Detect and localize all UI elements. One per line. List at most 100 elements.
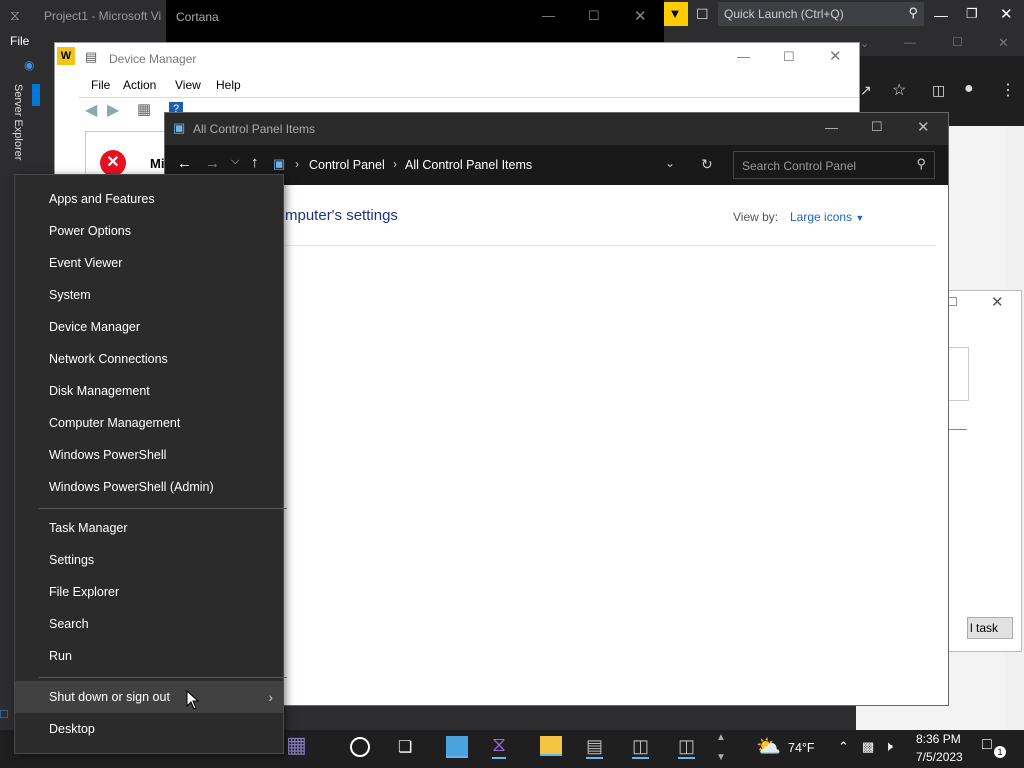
taskbar-scroll-up-icon[interactable]: ▲ (716, 732, 726, 743)
menu-event-viewer[interactable]: Event Viewer (15, 247, 283, 279)
vs-close-icon[interactable]: ✕ (1000, 5, 1013, 23)
dm-menubar: File Action View Help (79, 73, 859, 95)
date[interactable]: 7/5/2023 (916, 750, 963, 764)
menu-shut-down-or-sign-out[interactable]: Shut down or sign out › (15, 681, 283, 713)
taskbar-file-explorer-icon[interactable] (540, 736, 562, 756)
menu-device-manager[interactable]: Device Manager (15, 311, 283, 343)
cortana-title: Cortana (176, 10, 219, 24)
task-dialog-close-icon[interactable]: ✕ (991, 293, 1004, 311)
taskbar-scroll-down-icon[interactable]: ▼ (716, 752, 726, 763)
menu-network-connections[interactable]: Network Connections (15, 343, 283, 375)
menu-power-options[interactable]: Power Options (15, 215, 283, 247)
cp-forward-icon[interactable]: → (205, 155, 220, 172)
menu-search[interactable]: Search (15, 608, 283, 640)
menu-file-explorer[interactable]: File Explorer (15, 576, 283, 608)
tray-chevron-icon[interactable]: ⌃ (838, 739, 849, 755)
breadcrumb-all-items[interactable]: All Control Panel Items (405, 158, 532, 172)
dm-menu-action[interactable]: Action (123, 78, 156, 92)
dm-forward-icon[interactable]: ▶ (107, 100, 119, 120)
task-dialog-divider (947, 429, 967, 430)
menu-run[interactable]: Run (15, 640, 283, 672)
w-app-icon: W (57, 47, 75, 65)
cortana-maximize-icon[interactable]: ☐ (588, 8, 600, 24)
taskbar-device-manager-icon[interactable]: ▤ (586, 736, 604, 759)
weather-icon[interactable]: ⛅ (756, 734, 781, 759)
dm-menu-file[interactable]: File (91, 78, 110, 92)
dm-menu-view[interactable]: View (175, 78, 201, 92)
cp-heading: mputer's settings (285, 207, 398, 224)
winx-menu: Apps and Features Power Options Event Vi… (14, 174, 287, 754)
profile-icon[interactable]: ● (964, 80, 974, 98)
cp-address-bar[interactable]: ▣ › Control Panel › All Control Panel It… (269, 151, 717, 179)
address-cp-icon: ▣ (273, 156, 286, 171)
taskbar-app-icon-2[interactable]: ◫ (678, 736, 696, 759)
volume-icon[interactable]: 🕨 (884, 738, 893, 755)
taskbar-control-panel-icon[interactable] (446, 736, 468, 758)
quick-launch-input[interactable]: Quick Launch (Ctrl+Q) ⚲ (718, 2, 924, 26)
menu-computer-management[interactable]: Computer Management (15, 407, 283, 439)
menu-separator-1 (39, 508, 287, 509)
browser-maximize-icon[interactable]: ☐ (952, 35, 963, 49)
task-view-icon[interactable]: ❏ (398, 737, 412, 757)
weather-temp[interactable]: 74°F (788, 741, 815, 755)
cortana-close-icon[interactable]: ✕ (634, 7, 647, 25)
browser-chevron-icon[interactable]: ⌄ (860, 37, 869, 50)
favorite-icon[interactable]: ☆ (892, 80, 906, 100)
vs-restore-icon[interactable]: ❐ (966, 6, 978, 22)
server-explorer-label: Server Explorer (12, 84, 24, 161)
device-manager-icon: ▤ (85, 49, 98, 64)
browser-titlebar: ⌄ — ☐ ✕ (856, 34, 1024, 56)
cp-minimize-icon[interactable]: — (825, 120, 838, 135)
dm-menu-help[interactable]: Help (216, 78, 241, 92)
refresh-icon[interactable]: ↻ (701, 156, 713, 173)
vs-filter-badge[interactable]: ▼ (662, 2, 688, 26)
vs-file-menu[interactable]: File (10, 34, 29, 48)
dm-back-icon[interactable]: ◀ (85, 100, 97, 120)
menu-system[interactable]: System (15, 279, 283, 311)
network-icon[interactable]: ▩ (862, 739, 874, 755)
taskbar-app-icon-1[interactable]: ◫ (632, 736, 650, 759)
view-by-value: Large icons (790, 210, 853, 224)
control-panel-icon: ▣ (173, 120, 186, 135)
address-dropdown-icon[interactable]: ⌄ (665, 156, 675, 170)
cp-close-icon[interactable]: ✕ (917, 118, 930, 136)
cp-up-icon[interactable]: ↑ (251, 154, 259, 171)
cp-search-placeholder: Search Control Panel (742, 159, 857, 173)
cp-header-divider (285, 245, 935, 246)
cp-search-box[interactable]: Search Control Panel ⚲ (733, 151, 935, 179)
menu-task-manager[interactable]: Task Manager (15, 512, 283, 544)
cortana-minimize-icon[interactable]: — (542, 8, 555, 23)
notification-icon[interactable]: □ (982, 736, 992, 754)
browser-minimize-icon[interactable]: — (904, 35, 916, 49)
menu-windows-powershell[interactable]: Windows PowerShell (15, 439, 283, 471)
vs-minimize-icon[interactable]: — (934, 7, 948, 23)
menu-settings[interactable]: Settings (15, 544, 283, 576)
cortana-window: Cortana — ☐ ✕ (166, 0, 664, 44)
dm-maximize-icon[interactable]: ☐ (783, 49, 795, 65)
menu-desktop[interactable]: Desktop (15, 713, 283, 745)
share-icon[interactable]: ↗ (860, 82, 872, 99)
media-thumbnail-icon[interactable]: ▦ (286, 732, 307, 758)
menu-apps-and-features[interactable]: Apps and Features (15, 183, 283, 215)
breadcrumb-control-panel[interactable]: Control Panel (309, 158, 385, 172)
view-by-caret-icon: ▼ (855, 213, 865, 223)
cortana-circle-icon[interactable] (350, 737, 370, 757)
dm-properties-icon[interactable]: ▦ (137, 100, 151, 118)
vs-nav-icon[interactable]: ◉ (24, 58, 34, 72)
view-by-dropdown[interactable]: Large icons ▼ (790, 210, 864, 224)
dm-close-icon[interactable]: ✕ (829, 47, 842, 65)
sidebar-icon[interactable]: ◫ (932, 82, 945, 99)
cp-maximize-icon[interactable]: ☐ (871, 119, 883, 135)
taskbar-visual-studio-icon[interactable]: ⧖ (492, 734, 507, 759)
feedback-icon[interactable]: ☐ (696, 6, 709, 23)
menu-windows-powershell-admin[interactable]: Windows PowerShell (Admin) (15, 471, 283, 503)
time[interactable]: 8:36 PM (916, 732, 961, 746)
more-icon[interactable]: ⋮ (1000, 80, 1016, 100)
browser-close-icon[interactable]: ✕ (998, 35, 1009, 51)
cp-recent-chevron-icon[interactable]: ⌵ (231, 155, 239, 168)
end-task-button[interactable]: l task (967, 617, 1013, 639)
dm-minimize-icon[interactable]: — (737, 49, 750, 64)
cp-back-icon[interactable]: ← (177, 155, 192, 172)
server-explorer-tab[interactable]: Server Explorer (6, 84, 26, 164)
menu-disk-management[interactable]: Disk Management (15, 375, 283, 407)
